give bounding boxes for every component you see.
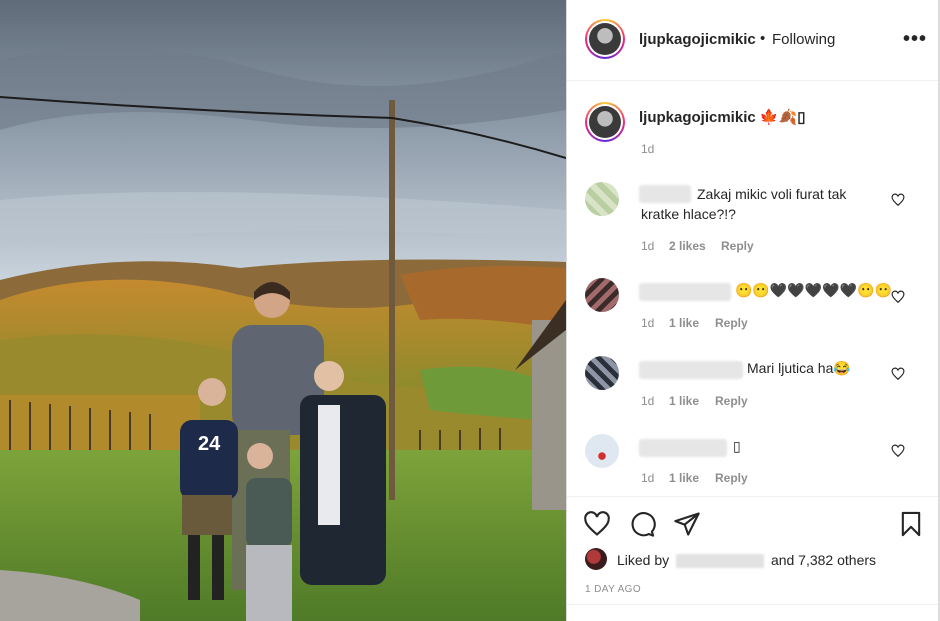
comment-text: ▯: [733, 438, 741, 454]
comment-text: Zakaj mikic voli furat tak: [697, 186, 847, 202]
author-username[interactable]: ljupkagojicmikic: [639, 31, 756, 48]
comment-likes[interactable]: 1 like: [669, 471, 699, 485]
liked-by-text: Liked by and 7,382 others: [617, 552, 876, 569]
commenter-avatar[interactable]: [585, 182, 619, 216]
share-icon[interactable]: [673, 510, 701, 538]
comment-reply-button[interactable]: Reply: [715, 471, 748, 485]
liked-by-prefix: Liked by: [617, 552, 670, 568]
post-date[interactable]: 1 DAY AGO: [585, 584, 641, 595]
action-bar: [567, 496, 939, 497]
caption-avatar[interactable]: [585, 102, 625, 142]
author-avatar[interactable]: [585, 19, 625, 59]
comment-like-heart-icon[interactable]: [891, 444, 905, 458]
post-side-panel: ljupkagojicmikic • Following ••• ljupkag…: [566, 0, 939, 621]
comment-time: 1d: [641, 471, 655, 485]
liked-by-others[interactable]: and 7,382 others: [771, 552, 876, 568]
bookmark-icon[interactable]: [897, 510, 925, 538]
caption-time: 1d: [641, 142, 655, 156]
post-photo[interactable]: 24: [0, 0, 566, 621]
commenter-name-redacted: [639, 439, 727, 457]
comment-likes[interactable]: 1 like: [669, 394, 699, 408]
commenter-name-redacted: [639, 185, 691, 203]
comment-text: 😶😶🖤🖤🖤🖤🖤😶😶: [735, 282, 892, 298]
divider: [567, 604, 939, 605]
comment-time: 1d: [641, 239, 655, 253]
commenter-name-redacted: [639, 361, 743, 379]
comment-likes[interactable]: 2 likes: [669, 239, 706, 253]
comment-text: Mari ljutica ha😂: [747, 360, 851, 376]
comment-text-continued: kratke hlace?!?: [641, 206, 736, 222]
post-header: ljupkagojicmikic • Following •••: [567, 0, 939, 81]
commenter-avatar[interactable]: [585, 278, 619, 312]
comment-likes[interactable]: 1 like: [669, 316, 699, 330]
comment-like-heart-icon[interactable]: [891, 290, 905, 304]
following-button[interactable]: Following: [772, 31, 835, 48]
comment-reply-button[interactable]: Reply: [715, 316, 748, 330]
comment-reply-button[interactable]: Reply: [715, 394, 748, 408]
comment-time: 1d: [641, 394, 655, 408]
comment-like-heart-icon[interactable]: [891, 193, 905, 207]
comment-like-heart-icon[interactable]: [891, 367, 905, 381]
caption-text: ljupkagojicmikic 🍁🍂▯: [639, 109, 806, 126]
heart-icon[interactable]: [583, 510, 611, 538]
comment-icon[interactable]: [628, 510, 656, 538]
comment-time: 1d: [641, 316, 655, 330]
liker-avatar[interactable]: [585, 548, 607, 570]
liker-name-redacted[interactable]: [676, 554, 765, 569]
comment-reply-button[interactable]: Reply: [721, 239, 754, 253]
more-icon[interactable]: •••: [903, 28, 927, 51]
commenter-avatar[interactable]: [585, 434, 619, 468]
commenter-name-redacted: [639, 283, 731, 301]
commenter-avatar[interactable]: [585, 356, 619, 390]
liked-by-row: Liked by and 7,382 others: [585, 548, 925, 572]
follow-separator: •: [760, 30, 766, 47]
svg-text:24: 24: [198, 433, 221, 455]
